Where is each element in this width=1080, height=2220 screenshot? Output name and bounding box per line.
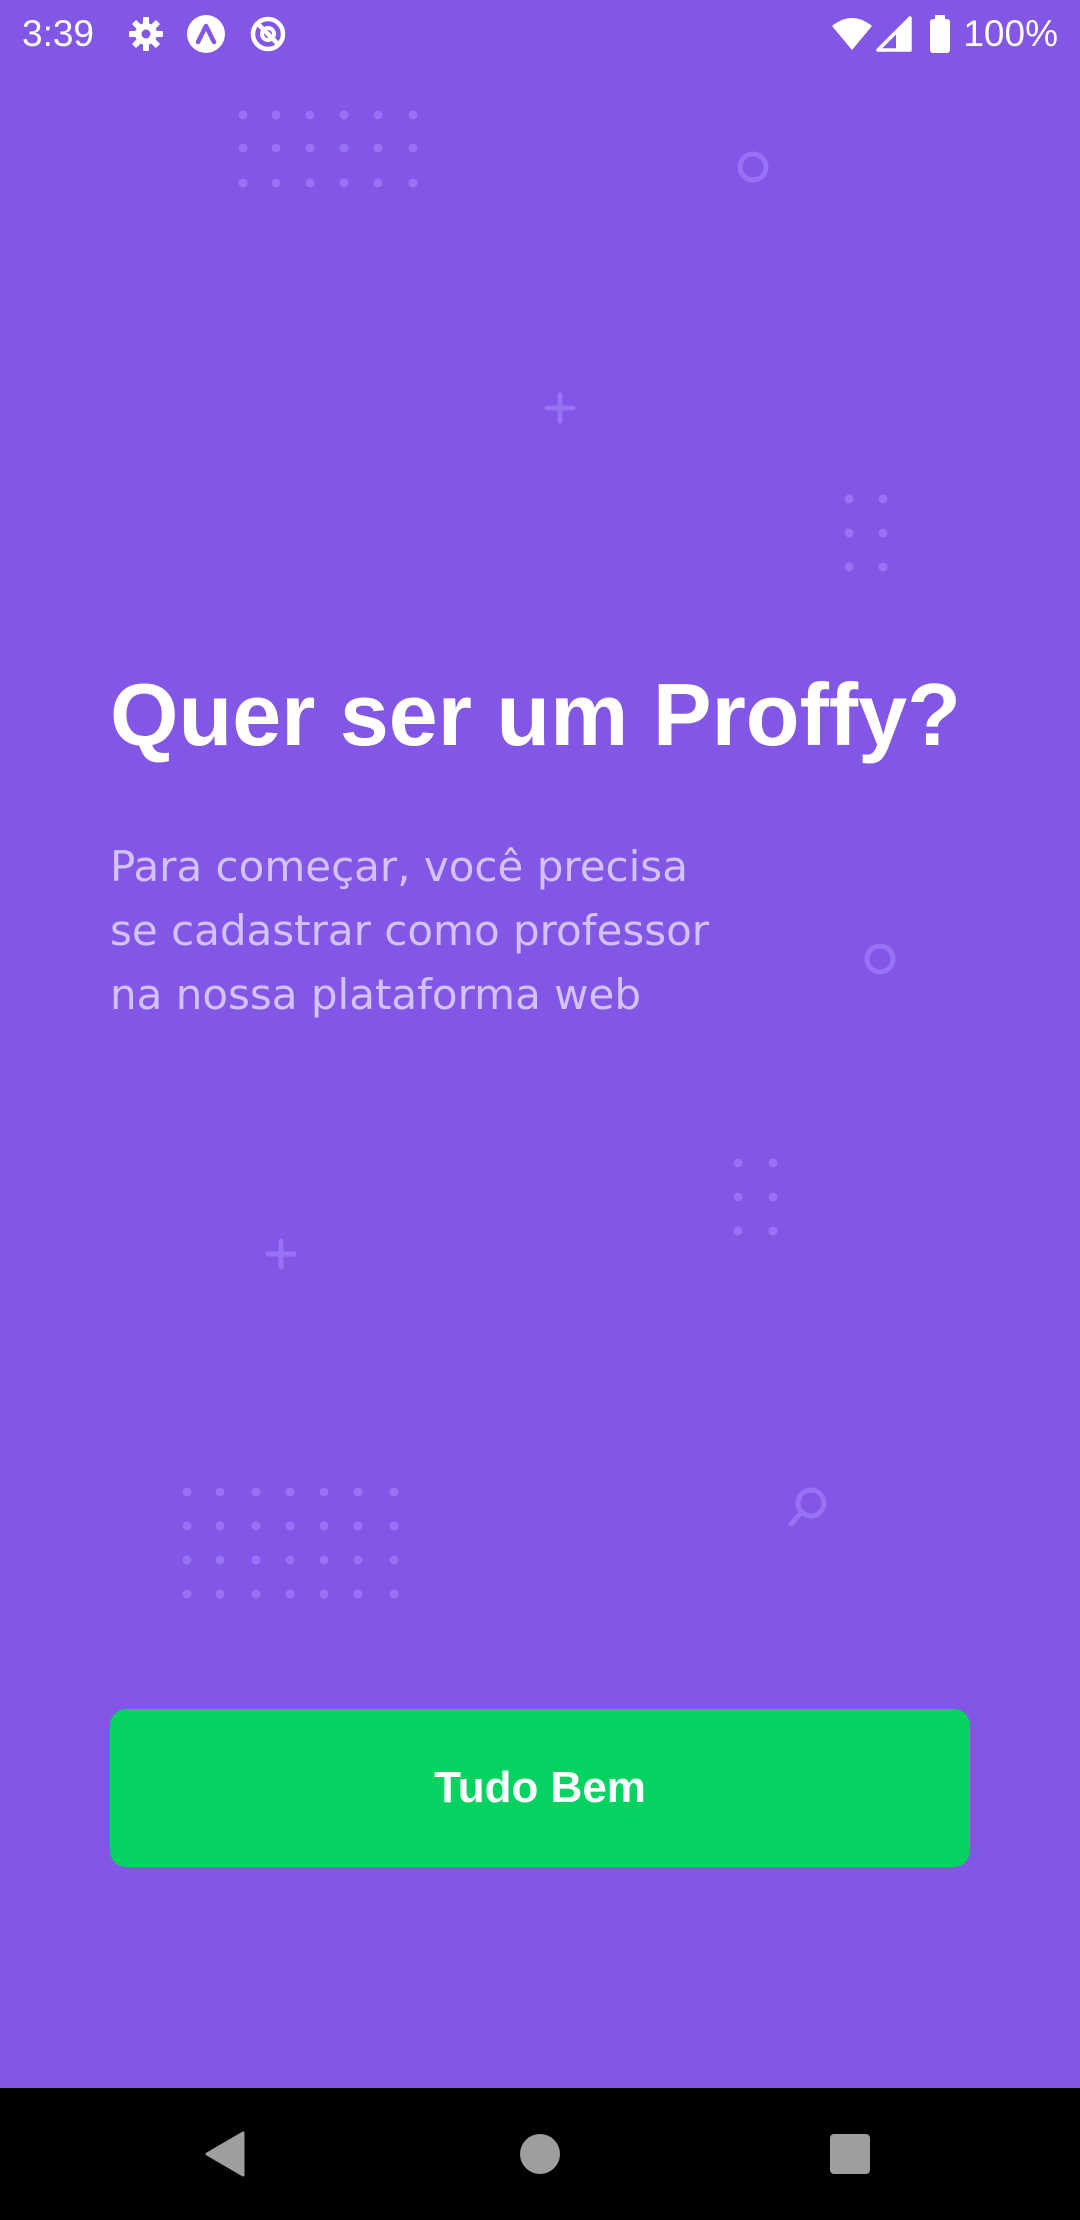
plus-decoration-top <box>544 392 576 424</box>
home-icon <box>520 2134 560 2174</box>
home-button[interactable] <box>500 2118 580 2190</box>
tudo-bem-button-label: Tudo Bem <box>434 1763 646 1812</box>
battery-icon <box>930 15 950 53</box>
battery-percentage: 100% <box>963 13 1058 54</box>
recents-button[interactable] <box>810 2118 890 2190</box>
dot-grid-bottom <box>182 1487 399 1599</box>
description-line: se cadastrar como professor <box>110 906 710 955</box>
screen: 3:39 100% Quer ser um Proffy? Para começ… <box>0 0 1080 2220</box>
magnifier-decoration <box>788 1487 827 1527</box>
status-time: 3:39 <box>22 13 95 54</box>
description-text: Para começar, você precisa se cadastrar … <box>110 835 830 1027</box>
status-bar: 3:39 100% <box>0 0 1080 68</box>
no-sync-icon <box>250 16 286 52</box>
page-title: Quer ser um Proffy? <box>110 665 961 764</box>
wifi-icon <box>832 18 872 50</box>
back-button[interactable] <box>186 2118 266 2190</box>
recents-icon <box>830 2134 870 2174</box>
back-icon <box>205 2131 245 2177</box>
app-logo-icon <box>187 15 225 53</box>
navigation-bar <box>0 2088 1080 2220</box>
description-line: Para começar, você precisa <box>110 842 688 891</box>
ring-decoration-middle <box>864 943 896 975</box>
ring-decoration-top <box>737 151 769 183</box>
dot-grid-top <box>238 110 418 188</box>
dot-grid-right-top <box>844 494 888 572</box>
cell-signal-icon <box>876 16 912 52</box>
plus-decoration-bottom <box>265 1238 297 1270</box>
dot-grid-right-middle <box>733 1158 778 1236</box>
description-line: na nossa plataforma web <box>110 970 642 1019</box>
tudo-bem-button[interactable]: Tudo Bem <box>110 1709 970 1867</box>
gear-icon <box>129 17 163 51</box>
